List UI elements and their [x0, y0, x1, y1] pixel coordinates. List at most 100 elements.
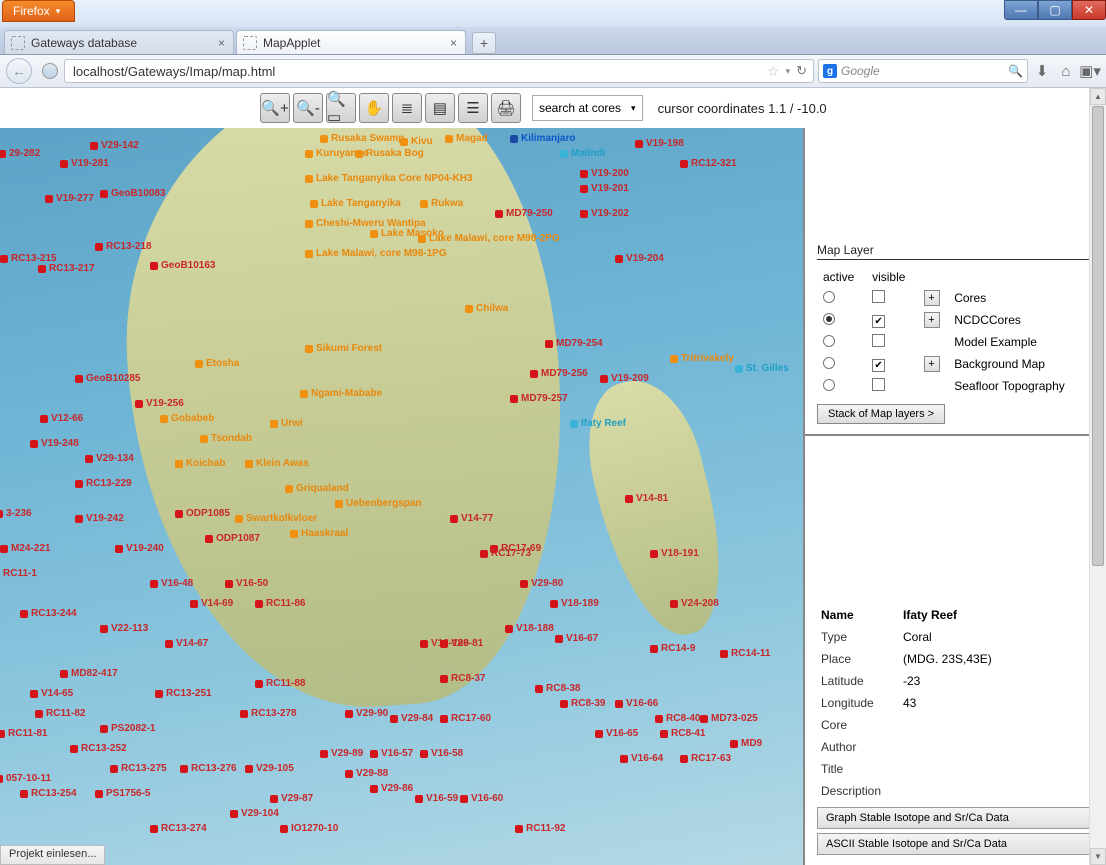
- search-icon[interactable]: 🔍: [1008, 64, 1023, 78]
- map-marker[interactable]: 29-282: [0, 148, 40, 159]
- close-icon[interactable]: ×: [448, 36, 459, 50]
- browser-search-box[interactable]: g Google 🔍: [818, 59, 1028, 83]
- map-marker[interactable]: V19-240: [115, 543, 164, 554]
- map-marker[interactable]: V19-202: [580, 208, 629, 219]
- layer-visible-check[interactable]: [872, 290, 885, 303]
- map-marker[interactable]: V19-248: [30, 438, 79, 449]
- map-marker[interactable]: RC8-38: [535, 683, 580, 694]
- map-marker[interactable]: RC11-82: [35, 708, 85, 719]
- map-marker[interactable]: V19-242: [75, 513, 124, 524]
- zoom-in-button[interactable]: 🔍+: [260, 93, 290, 123]
- map-marker[interactable]: V29-89: [320, 748, 363, 759]
- map-marker[interactable]: M24-221: [0, 543, 50, 554]
- map-marker[interactable]: V12-66: [40, 413, 83, 424]
- map-marker[interactable]: RC8-41: [660, 728, 705, 739]
- layer-active-radio[interactable]: [823, 357, 835, 369]
- map-marker[interactable]: Kilimanjaro: [510, 133, 575, 144]
- map-marker[interactable]: V19-204: [615, 253, 664, 264]
- layer-active-radio[interactable]: [823, 379, 835, 391]
- map-marker[interactable]: 3-236: [0, 508, 32, 519]
- map-marker[interactable]: MD73-025: [700, 713, 758, 724]
- map-marker[interactable]: V22-113: [100, 623, 148, 634]
- print-button[interactable]: 🖨: [491, 93, 521, 123]
- zoom-out-button[interactable]: 🔍-: [293, 93, 323, 123]
- layer-visible-check[interactable]: ✔: [872, 359, 885, 372]
- close-icon[interactable]: ×: [216, 36, 227, 50]
- firefox-menu-button[interactable]: Firefox: [2, 0, 75, 22]
- map-marker[interactable]: 057-10-11: [0, 773, 51, 784]
- map-marker[interactable]: V16-58: [420, 748, 463, 759]
- map-marker[interactable]: RC17-60: [440, 713, 491, 724]
- map-marker[interactable]: V16-59: [415, 793, 458, 804]
- layer-active-radio[interactable]: [823, 313, 835, 325]
- map-marker[interactable]: V16-48: [150, 578, 193, 589]
- layer-expand-button[interactable]: +: [924, 290, 940, 306]
- map-marker[interactable]: RC13-254: [20, 788, 77, 799]
- downloads-icon[interactable]: ⬇: [1032, 61, 1052, 81]
- ruler-button[interactable]: ≣: [392, 93, 422, 123]
- map-marker[interactable]: V29-105: [245, 763, 294, 774]
- map-marker[interactable]: V29-134: [85, 453, 134, 464]
- map-marker[interactable]: RC13-275: [110, 763, 167, 774]
- map-marker[interactable]: MD82-417: [60, 668, 118, 679]
- legend-button[interactable]: ☰: [458, 93, 488, 123]
- profile-button[interactable]: ▤: [425, 93, 455, 123]
- map-marker[interactable]: V19-198: [635, 138, 684, 149]
- map-marker[interactable]: V29-90: [345, 708, 388, 719]
- map-marker[interactable]: RC13-276: [180, 763, 237, 774]
- map-marker[interactable]: RC11-1: [0, 568, 37, 579]
- map-marker[interactable]: V29-87: [270, 793, 313, 804]
- reload-icon[interactable]: ↻: [796, 63, 807, 79]
- map-marker[interactable]: V29-86: [370, 783, 413, 794]
- map-marker[interactable]: V29-88: [345, 768, 388, 779]
- map-marker[interactable]: Malindi: [560, 148, 605, 159]
- map-marker[interactable]: IO1270-10: [280, 823, 338, 834]
- layer-active-radio[interactable]: [823, 291, 835, 303]
- layer-active-radio[interactable]: [823, 335, 835, 347]
- layer-visible-check[interactable]: ✔: [872, 315, 885, 328]
- tab-gateways-database[interactable]: Gateways database ×: [4, 30, 234, 54]
- map-marker[interactable]: MD9: [730, 738, 762, 749]
- close-button[interactable]: ✕: [1072, 0, 1106, 20]
- map-marker[interactable]: V19-201: [580, 183, 629, 194]
- home-icon[interactable]: ⌂: [1056, 61, 1076, 81]
- pan-button[interactable]: ✋: [359, 93, 389, 123]
- map-marker[interactable]: RC13-229: [75, 478, 132, 489]
- vertical-scrollbar[interactable]: ▲ ▼: [1089, 88, 1106, 865]
- map-marker[interactable]: V14-67: [165, 638, 208, 649]
- map-marker[interactable]: PS1756-5: [95, 788, 150, 799]
- map-marker[interactable]: RC8-40: [655, 713, 700, 724]
- map-marker[interactable]: V16-66: [615, 698, 658, 709]
- url-bar[interactable]: localhost/Gateways/Imap/map.html ☆ ▾ ↻: [64, 59, 814, 83]
- layer-visible-check[interactable]: [872, 334, 885, 347]
- map-marker[interactable]: V16-64: [620, 753, 663, 764]
- map-marker[interactable]: RC17-63: [680, 753, 731, 764]
- graph-data-button[interactable]: Graph Stable Isotope and Sr/Ca Data: [817, 807, 1094, 829]
- map-marker[interactable]: RC13-244: [20, 608, 77, 619]
- map-marker[interactable]: PS2082-1: [100, 723, 155, 734]
- map-marker[interactable]: V14-65: [30, 688, 73, 699]
- scroll-up-icon[interactable]: ▲: [1090, 88, 1106, 105]
- stack-layers-button[interactable]: Stack of Map layers >: [817, 404, 945, 424]
- map-marker[interactable]: RC13-217: [38, 263, 95, 274]
- scroll-thumb[interactable]: [1092, 106, 1104, 566]
- chevron-down-icon[interactable]: ▾: [786, 66, 791, 77]
- map-marker[interactable]: RC13-274: [150, 823, 207, 834]
- map-marker[interactable]: V29-84: [390, 713, 433, 724]
- map-marker[interactable]: V29-142: [90, 140, 139, 151]
- map-marker[interactable]: V16-67: [555, 633, 598, 644]
- map-marker[interactable]: RC13-252: [70, 743, 127, 754]
- map-marker[interactable]: V18-189: [550, 598, 599, 609]
- search-at-select[interactable]: search at cores: [532, 95, 643, 121]
- tab-mapapplet[interactable]: MapApplet ×: [236, 30, 466, 54]
- back-button[interactable]: ←: [6, 58, 32, 84]
- map-marker[interactable]: St. Gilles: [735, 363, 789, 374]
- map-marker[interactable]: RC13-278: [240, 708, 297, 719]
- map-marker[interactable]: RC11-92: [515, 823, 565, 834]
- map-view[interactable]: V29-14229-282V19-281V19-277GeoB10083RC13…: [0, 128, 803, 865]
- maximize-button[interactable]: ▢: [1038, 0, 1072, 20]
- bookmarks-menu-icon[interactable]: ▣▾: [1080, 61, 1100, 81]
- map-marker[interactable]: V16-65: [595, 728, 638, 739]
- layer-expand-button[interactable]: +: [924, 356, 940, 372]
- map-marker[interactable]: GeoB10083: [100, 188, 165, 199]
